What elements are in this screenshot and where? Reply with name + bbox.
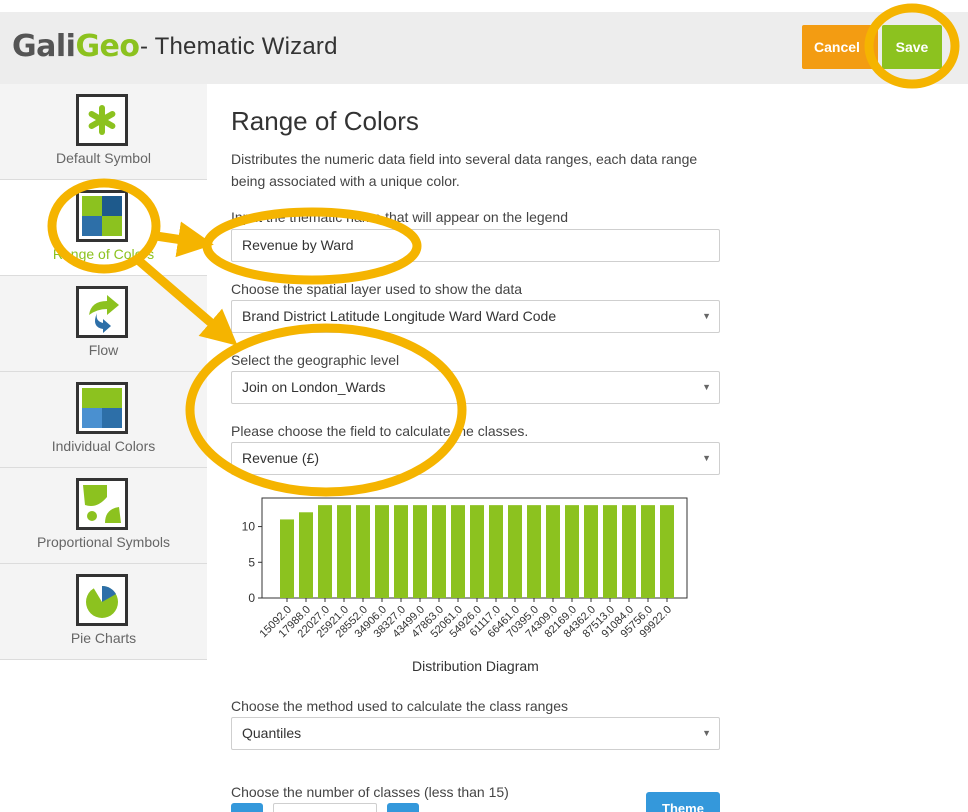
sidebar-item-individual-colors[interactable]: Individual Colors bbox=[0, 372, 207, 468]
chart-bar bbox=[660, 505, 674, 598]
chart-bar bbox=[280, 519, 294, 598]
chart-bar bbox=[413, 505, 427, 598]
spatial-layer-value: Brand District Latitude Longitude Ward W… bbox=[242, 308, 557, 324]
chart-bar bbox=[432, 505, 446, 598]
class-method-value: Quantiles bbox=[242, 725, 302, 741]
chart-bar bbox=[508, 505, 522, 598]
class-count-label: Choose the number of classes (less than … bbox=[231, 784, 509, 800]
geographic-level-select[interactable]: Join on London_Wards ▼ bbox=[231, 371, 720, 404]
app-title: - Thematic Wizard bbox=[140, 33, 338, 60]
sidebar-item-label: Pie Charts bbox=[70, 630, 137, 646]
color-grid-icon bbox=[76, 190, 128, 242]
class-method-select[interactable]: Quantiles ▼ bbox=[231, 717, 720, 750]
sidebar-item-default-symbol[interactable]: Default Symbol bbox=[0, 84, 207, 180]
galigeo-logo: GaliGeo bbox=[12, 29, 140, 64]
flow-arrow-icon bbox=[76, 286, 128, 338]
chart-bar bbox=[299, 512, 313, 598]
sidebar-item-label: Range of Colors bbox=[52, 246, 155, 262]
geographic-level-label: Select the geographic level bbox=[231, 352, 400, 368]
class-count-input[interactable] bbox=[273, 803, 377, 812]
chart-bar bbox=[584, 505, 598, 598]
chart-bar bbox=[394, 505, 408, 598]
chevron-down-icon: ▼ bbox=[702, 382, 711, 392]
class-field-select[interactable]: Revenue (£) ▼ bbox=[231, 442, 720, 475]
class-method-label: Choose the method used to calculate the … bbox=[231, 698, 568, 714]
sidebar-item-proportional-symbols[interactable]: Proportional Symbols bbox=[0, 468, 207, 564]
chart-bar bbox=[470, 505, 484, 598]
chart-bar bbox=[565, 505, 579, 598]
sidebar: Default Symbol Range of Colors Flow Indi… bbox=[0, 84, 207, 660]
chart-bar bbox=[451, 505, 465, 598]
sidebar-item-label: Default Symbol bbox=[56, 150, 151, 166]
class-field-value: Revenue (£) bbox=[242, 450, 320, 466]
cancel-button[interactable]: Cancel bbox=[802, 25, 878, 69]
sidebar-item-flow[interactable]: Flow bbox=[0, 276, 207, 372]
chart-bar bbox=[546, 505, 560, 598]
save-button[interactable]: Save bbox=[882, 25, 942, 69]
thematic-name-input[interactable]: Revenue by Ward bbox=[231, 229, 720, 262]
proportional-symbols-icon bbox=[76, 478, 128, 530]
chart-bar bbox=[527, 505, 541, 598]
asterisk-icon bbox=[76, 94, 128, 146]
class-field-label: Please choose the field to calculate the… bbox=[231, 423, 529, 439]
sidebar-item-label: Proportional Symbols bbox=[36, 534, 171, 550]
y-tick-label: 0 bbox=[248, 591, 255, 605]
geographic-level-value: Join on London_Wards bbox=[242, 379, 386, 395]
sidebar-item-label: Individual Colors bbox=[51, 438, 156, 454]
chevron-down-icon: ▼ bbox=[702, 311, 711, 321]
thematic-name-label: Input the thematic name that will appear… bbox=[231, 209, 568, 225]
increment-button[interactable] bbox=[387, 803, 419, 812]
page-title: Range of Colors bbox=[231, 106, 419, 136]
chart-bar bbox=[337, 505, 351, 598]
spatial-layer-select[interactable]: Brand District Latitude Longitude Ward W… bbox=[231, 300, 720, 333]
color-squares-icon bbox=[76, 382, 128, 434]
spatial-layer-label: Choose the spatial layer used to show th… bbox=[231, 281, 523, 297]
chart-bar bbox=[622, 505, 636, 598]
sidebar-item-range-of-colors[interactable]: Range of Colors bbox=[0, 180, 207, 276]
pie-chart-icon bbox=[76, 574, 128, 626]
sidebar-item-pie-charts[interactable]: Pie Charts bbox=[0, 564, 207, 660]
chart-bar bbox=[603, 505, 617, 598]
chart-bar bbox=[356, 505, 370, 598]
chart-title: Distribution Diagram bbox=[412, 658, 539, 674]
chart-bar bbox=[375, 505, 389, 598]
theme-button[interactable]: Theme bbox=[646, 792, 720, 812]
distribution-chart: 051015092.017988.022027.025921.028552.03… bbox=[242, 497, 688, 640]
sidebar-item-label: Flow bbox=[88, 342, 119, 358]
chart-bar bbox=[489, 505, 503, 598]
chart-bar bbox=[318, 505, 332, 598]
chevron-down-icon: ▼ bbox=[702, 453, 711, 463]
chart-bar bbox=[641, 505, 655, 598]
decrement-button[interactable] bbox=[231, 803, 263, 812]
y-tick-label: 10 bbox=[242, 520, 256, 534]
page-description: Distributes the numeric data field into … bbox=[231, 151, 698, 189]
header-bar: GaliGeo - Thematic Wizard Cancel Save bbox=[0, 12, 968, 84]
chevron-down-icon: ▼ bbox=[702, 728, 711, 738]
y-tick-label: 5 bbox=[248, 555, 255, 569]
